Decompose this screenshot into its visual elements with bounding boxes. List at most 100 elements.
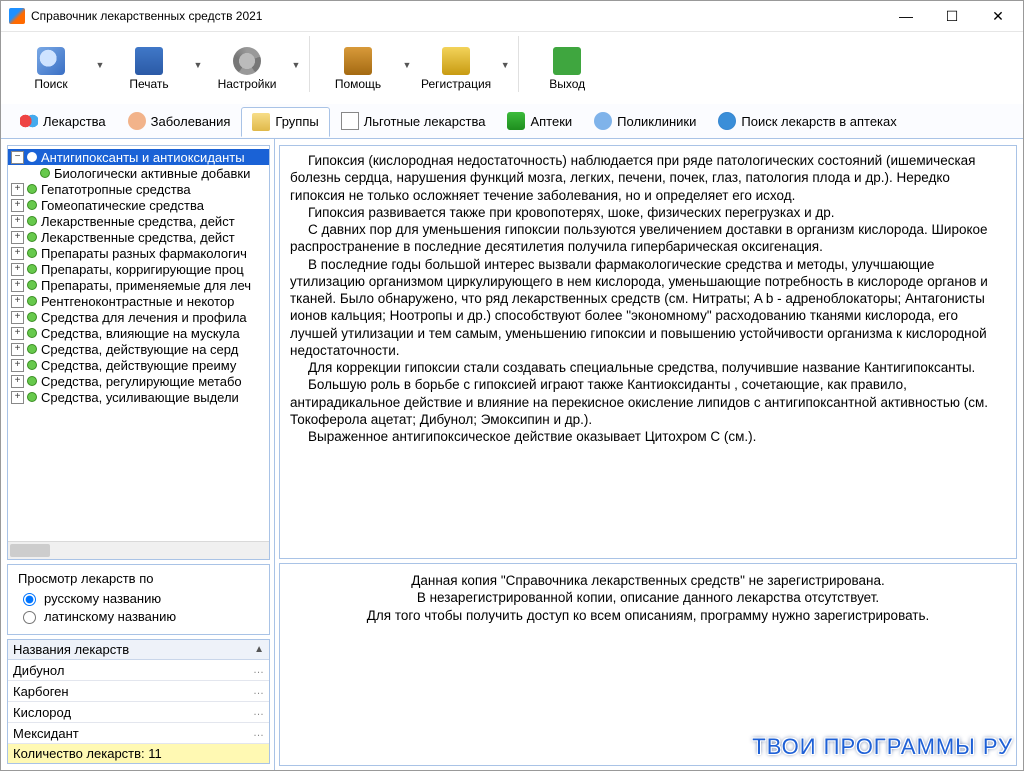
scroll-up-icon[interactable]: ▲ (254, 644, 264, 655)
tree-item[interactable]: + Гомеопатические средства (8, 197, 269, 213)
radio-latin-input[interactable] (23, 611, 36, 624)
tree-expand-icon[interactable]: + (11, 279, 24, 292)
tree-horizontal-scrollbar[interactable] (8, 541, 269, 559)
tree-item[interactable]: +Рентгеноконтрастные и некотор (8, 293, 269, 309)
tree-item-label: Антигипоксанты и антиоксиданты (41, 150, 245, 165)
bullet-icon (27, 216, 37, 226)
article-panel[interactable]: Гипоксия (кислородная недостаточность) н… (279, 145, 1017, 559)
tree-expand-icon[interactable]: + (11, 183, 24, 196)
tab-diseases[interactable]: Заболевания (117, 106, 242, 136)
toolbar-exit-label: Выход (549, 77, 585, 91)
tab-medicines-label: Лекарства (43, 114, 106, 129)
tree-item[interactable]: +Препараты разных фармакологич (8, 245, 269, 261)
medicines-count: Количество лекарств: 11 (8, 744, 269, 763)
tree-item[interactable]: +Средства, регулирующие метабо (8, 373, 269, 389)
tree-item-label: Средства, действующие на серд (41, 342, 238, 357)
tree-item[interactable]: +Препараты, применяемые для леч (8, 277, 269, 293)
article-p2: Гипоксия развивается также при кровопоте… (290, 204, 1006, 221)
toolbar-print-label: Печать (129, 77, 168, 91)
view-options-label: Просмотр лекарств по (18, 571, 259, 586)
medicines-list-panel: Названия лекарств ▲ Дибунол…Карбоген…Кис… (7, 639, 270, 764)
tab-search-pharmacies[interactable]: Поиск лекарств в аптеках (707, 106, 907, 136)
tab-clinics[interactable]: Поликлиники (583, 106, 707, 136)
article-p5: Для коррекции гипоксии стали создавать с… (290, 359, 1006, 376)
more-icon[interactable]: … (253, 706, 264, 718)
tree-item[interactable]: +Средства, действующие преиму (8, 357, 269, 373)
toolbar-register-label: Регистрация (421, 77, 491, 91)
toolbar-print-button[interactable]: Печать (107, 36, 191, 102)
tab-benefit-meds[interactable]: Льготные лекарства (330, 106, 497, 136)
tree-expand-icon[interactable]: + (11, 311, 24, 324)
toolbar-help-dropdown[interactable]: ▼ (400, 36, 414, 94)
tree-item-label: Средства, усиливающие выдели (41, 390, 239, 405)
tree-item-label: Биологически активные добавки (54, 166, 250, 181)
tree-item-label: Лекарственные средства, дейст (41, 230, 235, 245)
toolbar-separator (309, 36, 310, 92)
radio-latin-name[interactable]: латинскому названию (18, 608, 259, 624)
tree-expand-icon[interactable]: + (11, 199, 24, 212)
toolbar-help-button[interactable]: Помощь (316, 36, 400, 102)
tree-item-label: Препараты, корригирующие проц (41, 262, 244, 277)
tree-item[interactable]: +Гепатотропные средства (8, 181, 269, 197)
tree-item[interactable]: +Лекарственные средства, дейст (8, 213, 269, 229)
tree-item-label: Гомеопатические средства (41, 198, 204, 213)
toolbar-exit-button[interactable]: Выход (525, 36, 609, 102)
bullet-icon (27, 152, 37, 162)
medicines-list-header-label: Названия лекарств (13, 642, 129, 657)
toolbar-search-button[interactable]: Поиск (9, 36, 93, 102)
radio-russian-input[interactable] (23, 593, 36, 606)
tree-expand-icon[interactable]: + (11, 327, 24, 340)
tree-expand-icon[interactable]: + (11, 375, 24, 388)
medicines-rows: Дибунол…Карбоген…Кислород…Мексидант… (8, 660, 269, 744)
toolbar-register-dropdown[interactable]: ▼ (498, 36, 512, 94)
scrollbar-thumb[interactable] (10, 544, 50, 557)
tree-expand-icon[interactable]: + (11, 391, 24, 404)
tree-item[interactable]: + Лекарственные средства, дейст (8, 229, 269, 245)
tree-expand-icon[interactable]: + (11, 263, 24, 276)
toolbar-register-button[interactable]: Регистрация (414, 36, 498, 102)
radio-latin-label: латинскому названию (44, 609, 176, 624)
tab-medicines[interactable]: Лекарства (9, 106, 117, 136)
article-p3: С давних пор для уменьшения гипоксии пол… (290, 221, 1006, 256)
more-icon[interactable]: … (253, 685, 264, 697)
groups-tree[interactable]: − Антигипоксанты и антиоксидантыБиологиче… (8, 146, 269, 541)
tree-item[interactable]: +Средства, влияющие на мускула (8, 325, 269, 341)
titlebar: Справочник лекарственных средств 2021 — … (1, 1, 1023, 32)
globe-icon (718, 112, 736, 130)
tab-pharmacies[interactable]: Аптеки (496, 106, 583, 136)
toolbar-print-dropdown[interactable]: ▼ (191, 36, 205, 94)
medicine-row[interactable]: Мексидант… (8, 723, 269, 744)
help-icon (344, 47, 372, 75)
tree-expand-icon[interactable]: + (11, 343, 24, 356)
toolbar-search-dropdown[interactable]: ▼ (93, 36, 107, 94)
tree-expand-icon[interactable]: + (11, 215, 24, 228)
tree-item[interactable]: + Средства, усиливающие выдели (8, 389, 269, 405)
tree-item[interactable]: − Антигипоксанты и антиоксиданты (8, 149, 269, 165)
tree-item[interactable]: + Препараты, корригирующие проц (8, 261, 269, 277)
tree-expand-icon[interactable]: + (11, 231, 24, 244)
medicine-row[interactable]: Дибунол… (8, 660, 269, 681)
tree-item[interactable]: + Средства, действующие на серд (8, 341, 269, 357)
minimize-button[interactable]: — (883, 1, 929, 31)
tree-expand-icon[interactable]: − (11, 151, 24, 164)
radio-russian-name[interactable]: русскому названию (18, 590, 259, 606)
toolbar-settings-dropdown[interactable]: ▼ (289, 36, 303, 94)
maximize-button[interactable]: ☐ (929, 1, 975, 31)
more-icon[interactable]: … (253, 727, 264, 739)
medicine-row[interactable]: Кислород… (8, 702, 269, 723)
tree-expand-icon[interactable]: + (11, 247, 24, 260)
more-icon[interactable]: … (253, 664, 264, 676)
tree-item[interactable]: +Средства для лечения и профила (8, 309, 269, 325)
close-button[interactable]: ✕ (975, 1, 1021, 31)
tree-item[interactable]: Биологически активные добавки (8, 165, 269, 181)
tree-expand-icon[interactable]: + (11, 359, 24, 372)
medicines-list-header[interactable]: Названия лекарств ▲ (8, 640, 269, 660)
toolbar-settings-button[interactable]: Настройки (205, 36, 289, 102)
register-icon (442, 47, 470, 75)
notice-line-3: Для того чтобы получить доступ ко всем о… (300, 607, 996, 624)
bullet-icon (27, 392, 37, 402)
tab-pharmacies-label: Аптеки (530, 114, 572, 129)
tab-groups[interactable]: Группы (241, 107, 329, 137)
tree-expand-icon[interactable]: + (11, 295, 24, 308)
medicine-row[interactable]: Карбоген… (8, 681, 269, 702)
